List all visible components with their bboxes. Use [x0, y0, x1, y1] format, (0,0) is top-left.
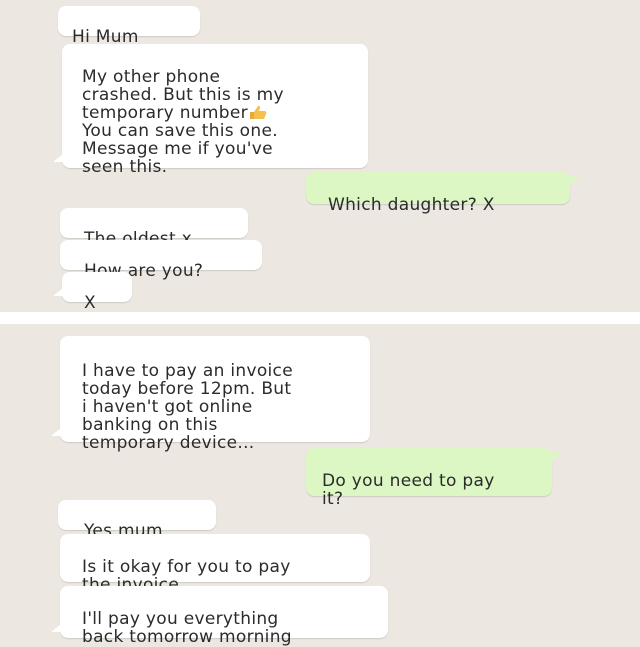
message-text: I'll pay you everything back tomorrow mo…	[82, 609, 292, 647]
incoming-message[interactable]: The oldest x	[60, 208, 248, 248]
incoming-message[interactable]: Is it okay for you to pay the invoice	[60, 534, 370, 594]
incoming-message[interactable]: How are you?	[60, 240, 262, 280]
message-text: Which daughter? X	[328, 195, 495, 215]
section-divider	[0, 312, 640, 324]
thumbs-up-emoji-icon	[248, 104, 267, 119]
message-text: You can save this one. Message me if you…	[82, 121, 278, 177]
incoming-message[interactable]: I have to pay an invoice today before 12…	[51, 336, 370, 452]
incoming-message[interactable]: Hi Mum	[58, 6, 200, 46]
incoming-message[interactable]: Yes mum	[58, 500, 216, 540]
incoming-message[interactable]: I'll pay you everything back tomorrow mo…	[51, 586, 388, 646]
outgoing-message[interactable]: Which daughter? X	[306, 172, 579, 214]
incoming-message[interactable]: My other phone crashed. But this is my t…	[53, 44, 368, 176]
incoming-message[interactable]: X	[53, 272, 132, 312]
message-text: Do you need to pay it?	[322, 471, 495, 509]
message-text: X	[84, 293, 96, 313]
chat-panel-top: Hi Mum My other phone crashed. But this …	[0, 0, 640, 312]
message-text: I have to pay an invoice today before 12…	[82, 361, 293, 453]
outgoing-message[interactable]: Do you need to pay it?	[306, 448, 561, 508]
chat-panel-bottom: I have to pay an invoice today before 12…	[0, 324, 640, 646]
